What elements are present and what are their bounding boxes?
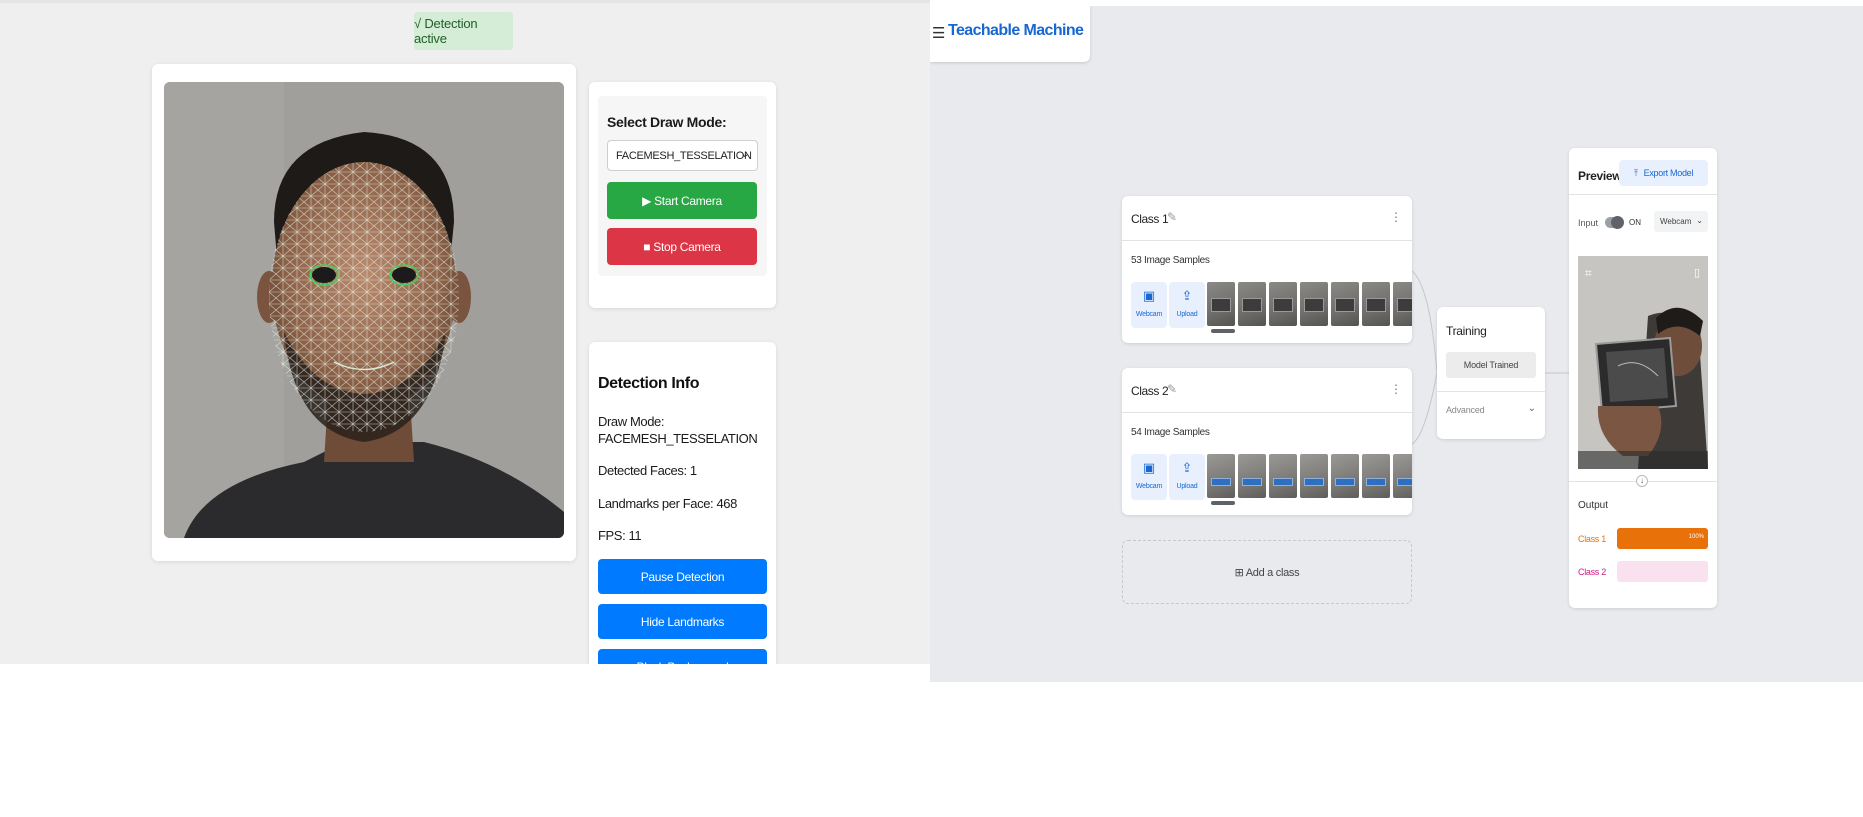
divider <box>1437 391 1545 392</box>
class-card-2: Class 2 ✎ ⋮ 54 Image Samples ▣ Webcam ⇪ … <box>1122 368 1412 515</box>
sample-thumbnail[interactable] <box>1362 454 1390 498</box>
export-icon: ⤒ <box>1633 167 1638 178</box>
info-draw-mode-label: Draw Mode: <box>598 414 665 429</box>
training-title: Training <box>1446 324 1487 338</box>
app-header: ☰ Teachable Machine <box>930 6 1090 62</box>
sample-thumbnail[interactable] <box>1269 454 1297 498</box>
detection-status-badge: √ Detection active <box>414 12 513 50</box>
divider <box>1569 194 1717 195</box>
scrollbar-thumb[interactable] <box>1211 329 1235 333</box>
class-card-header: Class 2 ✎ ⋮ <box>1122 368 1412 413</box>
input-source-select[interactable]: Webcam ⌄ <box>1654 211 1708 232</box>
arrow-down-icon: ↓ <box>1636 475 1648 487</box>
scrollbar-thumb[interactable] <box>1211 501 1235 505</box>
input-toggle[interactable] <box>1605 216 1624 229</box>
video-camera-icon: ▣ <box>1142 460 1156 475</box>
preview-card: Preview ⤒ Export Model Input ON Webcam ⌄ <box>1569 148 1717 608</box>
chevron-down-icon: ⌄ <box>1696 216 1703 225</box>
sample-thumbnail[interactable] <box>1300 454 1328 498</box>
class-card-header: Class 1 ✎ ⋮ <box>1122 196 1412 241</box>
upload-button[interactable]: ⇪ Upload <box>1169 282 1205 328</box>
add-class-button[interactable]: ⊞ Add a class <box>1122 540 1412 604</box>
draw-mode-label: Select Draw Mode: <box>607 114 727 130</box>
video-card <box>152 64 576 561</box>
model-trained-button[interactable]: Model Trained <box>1446 352 1536 378</box>
pencil-icon[interactable]: ✎ <box>1167 210 1177 224</box>
more-options-icon[interactable]: ⋮ <box>1390 382 1402 396</box>
output-class-1-percent: 100% <box>1688 534 1704 540</box>
sample-count: 54 Image Samples <box>1131 427 1210 438</box>
sample-thumbnail[interactable] <box>1393 282 1412 326</box>
chevron-down-icon[interactable]: ⌄ <box>1528 403 1536 414</box>
teachable-machine-app: ☰ Teachable Machine Class 1 ✎ ⋮ 53 Image… <box>930 6 1863 682</box>
sample-thumbnail[interactable] <box>1300 282 1328 326</box>
sample-thumbnail[interactable] <box>1207 282 1235 326</box>
start-camera-button[interactable]: ▶ Start Camera <box>607 182 757 219</box>
sample-thumbnails[interactable] <box>1207 454 1412 498</box>
info-detected-faces: Detected Faces: 1 <box>598 463 697 478</box>
upload-icon: ⇪ <box>1181 460 1193 475</box>
face-mesh-app: √ Detection active Select Draw Mode: FAC… <box>0 0 930 664</box>
thumbnail-scrollbar[interactable] <box>1207 501 1412 505</box>
flip-camera-icon[interactable]: ▯ <box>1694 266 1700 279</box>
advanced-toggle[interactable]: Advanced <box>1446 405 1485 415</box>
chevron-down-icon: ⌄ <box>740 149 749 160</box>
training-card: Training Model Trained Advanced ⌄ <box>1437 307 1545 439</box>
sample-count: 53 Image Samples <box>1131 255 1210 266</box>
sample-thumbnail[interactable] <box>1393 454 1412 498</box>
sample-thumbnail[interactable] <box>1207 454 1235 498</box>
app-title[interactable]: Teachable Machine <box>948 22 1084 40</box>
output-class-1-bar: 100% <box>1617 528 1708 549</box>
pencil-icon[interactable]: ✎ <box>1167 382 1177 396</box>
draw-mode-select[interactable]: FACEMESH_TESSELATION ⌄ <box>607 140 758 171</box>
more-options-icon[interactable]: ⋮ <box>1390 210 1402 224</box>
upload-button[interactable]: ⇪ Upload <box>1169 454 1205 500</box>
input-label: Input <box>1578 218 1599 228</box>
sample-thumbnail[interactable] <box>1238 282 1266 326</box>
stop-camera-button[interactable]: ■ Stop Camera <box>607 228 757 265</box>
preview-webcam-image <box>1578 256 1708 469</box>
camera-feed-image <box>164 82 564 538</box>
info-landmarks: Landmarks per Face: 468 <box>598 496 737 511</box>
black-background-button[interactable]: Black Background <box>598 649 767 664</box>
info-fps: FPS: 11 <box>598 528 642 543</box>
export-model-button[interactable]: ⤒ Export Model <box>1619 160 1708 186</box>
export-model-label: Export Model <box>1643 168 1694 178</box>
hide-landmarks-button[interactable]: Hide Landmarks <box>598 604 767 639</box>
video-camera-icon: ▣ <box>1142 288 1156 303</box>
sample-thumbnail[interactable] <box>1331 454 1359 498</box>
preview-title: Preview <box>1578 169 1622 183</box>
webcam-button-label: Webcam <box>1135 311 1163 318</box>
sample-thumbnail[interactable] <box>1331 282 1359 326</box>
class-name[interactable]: Class 1 <box>1131 212 1169 226</box>
webcam-button[interactable]: ▣ Webcam <box>1131 454 1167 500</box>
webcam-button[interactable]: ▣ Webcam <box>1131 282 1167 328</box>
output-class-1-label: Class 1 <box>1578 534 1606 544</box>
output-class-2-label: Class 2 <box>1578 567 1606 577</box>
camera-feed <box>164 82 564 538</box>
sample-thumbnail[interactable] <box>1362 282 1390 326</box>
sample-thumbnails[interactable] <box>1207 282 1412 326</box>
preview-webcam-feed: ⌗ ▯ <box>1578 256 1708 469</box>
info-draw-mode-value: FACEMESH_TESSELATION <box>598 431 758 446</box>
output-label: Output <box>1578 500 1609 511</box>
sample-thumbnail[interactable] <box>1269 282 1297 326</box>
class-card-1: Class 1 ✎ ⋮ 53 Image Samples ▣ Webcam ⇪ … <box>1122 196 1412 343</box>
crop-icon[interactable]: ⌗ <box>1585 266 1592 281</box>
thumbnail-scrollbar[interactable] <box>1207 329 1412 333</box>
webcam-button-label: Webcam <box>1135 483 1163 490</box>
upload-button-label: Upload <box>1176 311 1198 318</box>
output-class-2-bar <box>1617 561 1708 582</box>
class-name[interactable]: Class 2 <box>1131 384 1169 398</box>
menu-icon[interactable]: ☰ <box>932 24 945 42</box>
toggle-state-label: ON <box>1629 218 1641 227</box>
input-source-value: Webcam <box>1660 217 1692 226</box>
toggle-knob <box>1611 216 1624 229</box>
upload-icon: ⇪ <box>1181 288 1193 303</box>
draw-mode-select-value: FACEMESH_TESSELATION <box>616 149 752 162</box>
upload-button-label: Upload <box>1176 483 1198 490</box>
sample-thumbnail[interactable] <box>1238 454 1266 498</box>
pause-detection-button[interactable]: Pause Detection <box>598 559 767 594</box>
detection-info-title: Detection Info <box>598 375 700 392</box>
